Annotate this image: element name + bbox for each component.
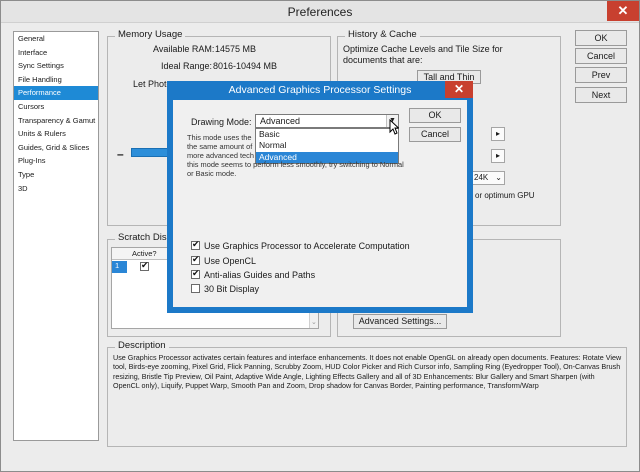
history-cache-label: History & Cache [345, 29, 420, 40]
use-opencl-checkbox[interactable]: Use OpenCL [191, 254, 257, 266]
memory-usage-label: Memory Usage [115, 29, 186, 40]
category-list[interactable]: General Interface Sync Settings File Han… [13, 31, 99, 441]
mode-text-line-2: the same amount of [187, 142, 253, 151]
category-sync-settings[interactable]: Sync Settings [14, 59, 98, 73]
dialog-title: Advanced Graphics Processor Settings [167, 81, 473, 100]
use-gpu-compute-checkbox[interactable]: Use Graphics Processor to Accelerate Com… [191, 239, 410, 251]
window-title: Preferences [287, 5, 353, 19]
scroll-down-icon[interactable]: ⌄ [311, 318, 317, 326]
tile-size-value: 24K [474, 173, 489, 182]
memory-slider-track[interactable] [131, 148, 171, 157]
ideal-range-label: Ideal Range: [161, 61, 213, 71]
ideal-range-value: 8016-10494 MB [213, 61, 278, 71]
advanced-gpu-settings-dialog: Advanced Graphics Processor Settings ✕ D… [167, 81, 473, 313]
mode-text-line-1: This mode uses the [187, 133, 252, 142]
category-3d[interactable]: 3D [14, 182, 98, 196]
row-number: 1 [112, 261, 127, 273]
30-bit-display-checkbox[interactable]: 30 Bit Display [191, 284, 259, 294]
col-active: Active? [132, 249, 157, 258]
checkbox-box-icon [191, 284, 200, 293]
scratch-active-checkbox[interactable] [140, 260, 149, 271]
cancel-button[interactable]: Cancel [575, 48, 627, 64]
anti-alias-checkbox[interactable]: Anti-alias Guides and Paths [191, 268, 316, 280]
mouse-pointer-icon [389, 119, 399, 135]
mode-text-line-3: more advanced tech [187, 151, 254, 160]
cache-levels-arrow[interactable]: ▸ [491, 149, 505, 163]
available-ram-label: Available RAM: [153, 44, 215, 54]
next-button[interactable]: Next [575, 87, 627, 103]
preferences-window: Preferences ✕ General Interface Sync Set… [0, 0, 640, 472]
category-guides-grid-slices[interactable]: Guides, Grid & Slices [14, 141, 98, 155]
tile-size-select[interactable]: 24K ⌄ [471, 171, 505, 185]
category-type[interactable]: Type [14, 168, 98, 182]
drawing-mode-description: This mode uses the the same amount of mo… [187, 133, 404, 178]
gpu-note: or optimum GPU [475, 191, 535, 200]
checkmark-icon [191, 268, 200, 279]
use-gpu-compute-label: Use Graphics Processor to Accelerate Com… [204, 241, 410, 251]
advanced-settings-button[interactable]: Advanced Settings... [353, 314, 447, 329]
dialog-close-button[interactable]: ✕ [445, 81, 473, 98]
description-label: Description [115, 340, 169, 351]
mode-text-line-4: this mode seems to perform less smoothly… [187, 160, 404, 169]
mode-text-line-5: or Basic mode. [187, 169, 237, 178]
use-opencl-label: Use OpenCL [204, 256, 257, 266]
anti-alias-label: Anti-alias Guides and Paths [204, 270, 316, 280]
category-performance[interactable]: Performance [14, 86, 98, 100]
category-units-rulers[interactable]: Units & Rulers [14, 127, 98, 141]
category-general[interactable]: General [14, 32, 98, 46]
drawing-mode-label: Drawing Mode: [191, 117, 252, 127]
dialog-ok-button[interactable]: OK [409, 108, 461, 123]
available-ram-value: 14575 MB [215, 44, 257, 54]
category-file-handling[interactable]: File Handling [14, 73, 98, 87]
ok-button[interactable]: OK [575, 30, 627, 46]
description-text: Use Graphics Processor activates certain… [113, 353, 622, 391]
30-bit-display-label: 30 Bit Display [204, 284, 260, 294]
prev-button[interactable]: Prev [575, 67, 627, 83]
checkmark-icon [191, 254, 200, 265]
history-cache-text: Optimize Cache Levels and Tile Size for … [343, 44, 503, 65]
window-close-button[interactable]: ✕ [607, 1, 639, 21]
title-bar: Preferences ✕ [1, 1, 639, 23]
history-states-arrow[interactable]: ▸ [491, 127, 505, 141]
chevron-down-icon: ⌄ [495, 173, 502, 182]
memory-decrease-button[interactable]: – [117, 147, 124, 161]
category-plug-ins[interactable]: Plug-Ins [14, 154, 98, 168]
category-interface[interactable]: Interface [14, 46, 98, 60]
let-photoshop-label: Let Photo [133, 79, 172, 89]
dialog-cancel-button[interactable]: Cancel [409, 127, 461, 142]
checkmark-icon [191, 239, 200, 250]
drawing-mode-value: Advanced [260, 116, 301, 126]
drawing-mode-select[interactable]: Advanced ▼ [255, 114, 399, 128]
category-cursors[interactable]: Cursors [14, 100, 98, 114]
category-transparency-gamut[interactable]: Transparency & Gamut [14, 114, 98, 128]
